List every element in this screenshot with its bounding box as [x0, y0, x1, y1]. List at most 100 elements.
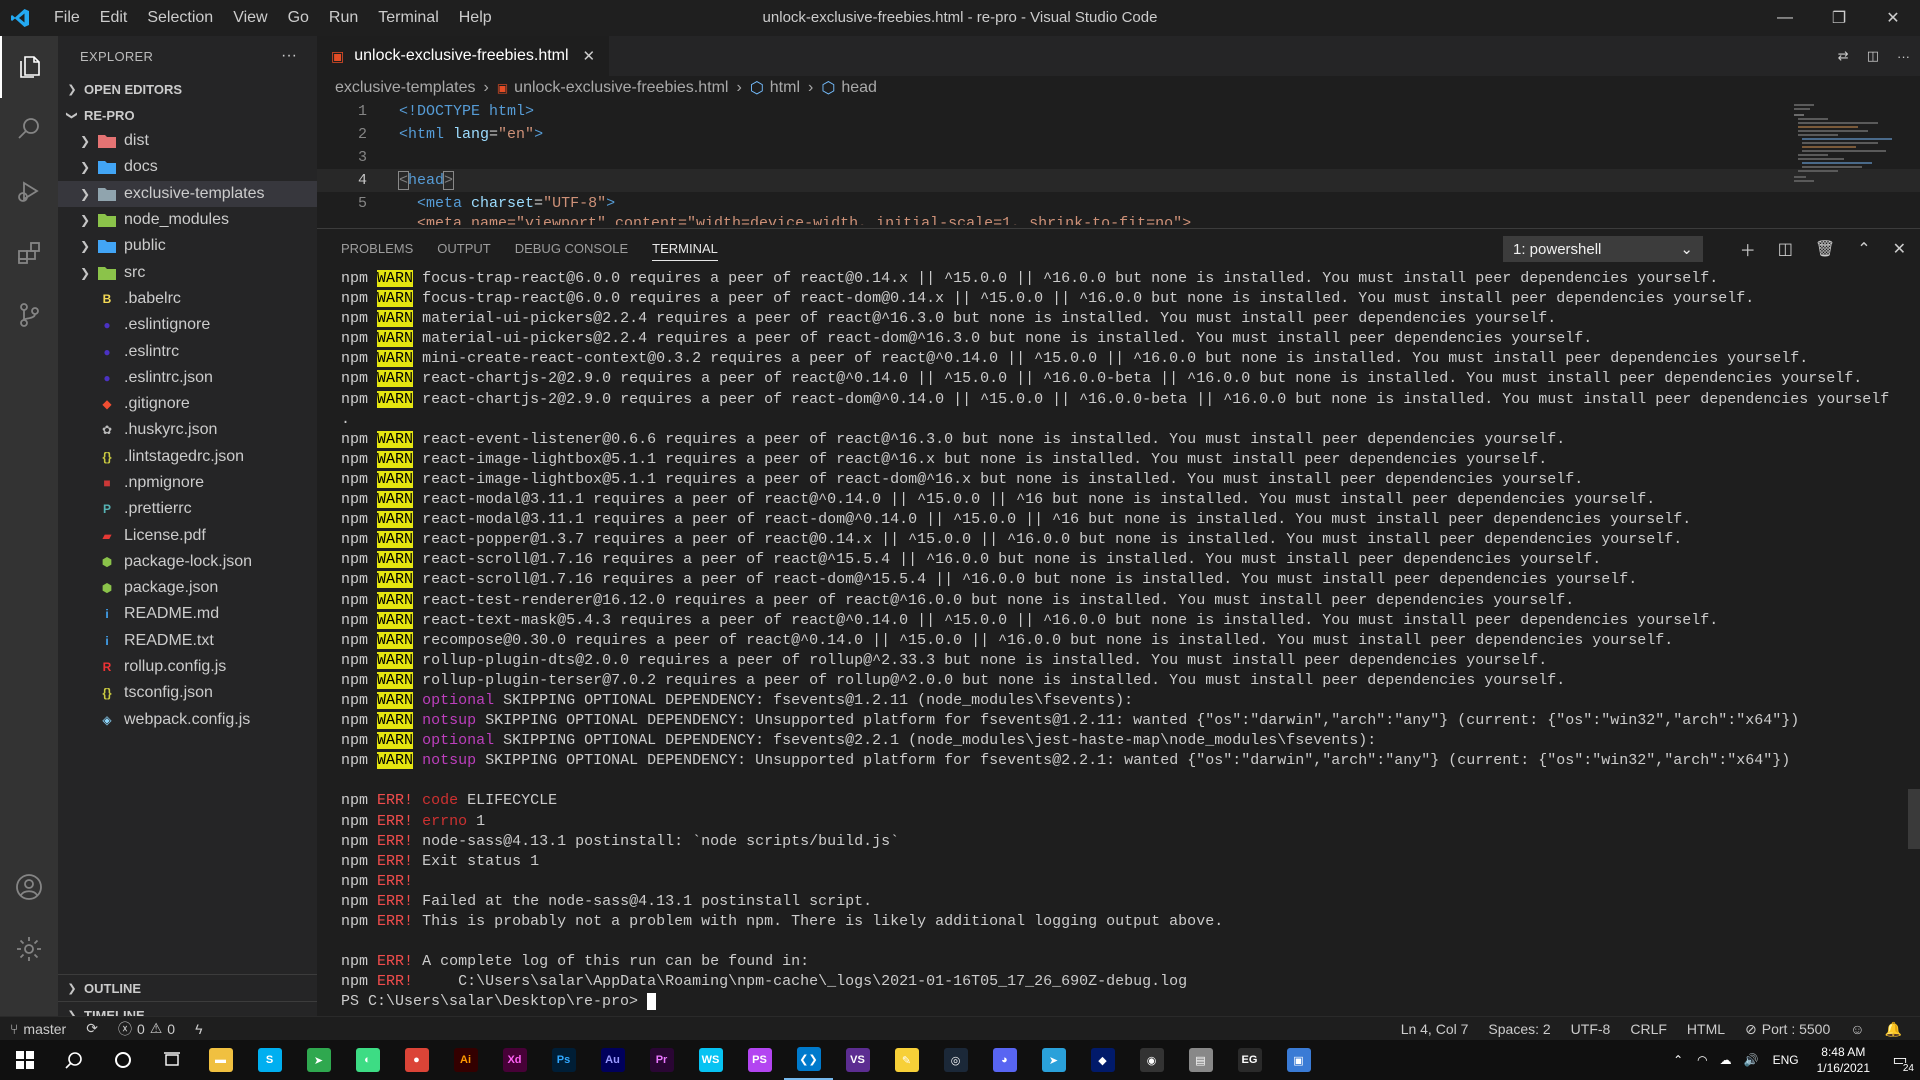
tab-unlock-exclusive-freebies[interactable]: ▣ unlock-exclusive-freebies.html ✕ [317, 36, 610, 76]
browser-icon[interactable]: ◉ [1127, 1040, 1176, 1080]
menu-file[interactable]: File [44, 0, 90, 36]
file-webpack.config.js[interactable]: ◈ webpack.config.js [58, 707, 317, 733]
file-package.json[interactable]: ⬢ package.json [58, 575, 317, 601]
file-.npmignore[interactable]: ■ .npmignore [58, 470, 317, 496]
phpstorm-icon[interactable]: PS [735, 1040, 784, 1080]
tab-problems[interactable]: PROBLEMS [341, 229, 413, 269]
eol[interactable]: CRLF [1620, 1021, 1677, 1037]
file-.prettierrc[interactable]: P .prettierrc [58, 496, 317, 522]
folder-app-icon[interactable]: ▤ [1176, 1040, 1225, 1080]
lightning-icon[interactable]: ϟ [185, 1021, 212, 1037]
maximize-panel-icon[interactable]: ⌃ [1857, 239, 1870, 259]
cursor-position[interactable]: Ln 4, Col 7 [1391, 1021, 1479, 1037]
input-language[interactable]: ENG [1773, 1053, 1799, 1067]
close-panel-icon[interactable]: ✕ [1893, 239, 1906, 259]
file-rollup.config.js[interactable]: Rrollup.config.js [58, 654, 317, 680]
menu-run[interactable]: Run [319, 0, 368, 36]
menu-selection[interactable]: Selection [137, 0, 223, 36]
xd-icon[interactable]: Xd [490, 1040, 539, 1080]
trash-icon[interactable]: 🗑 [1815, 239, 1835, 259]
settings-gear-icon[interactable] [0, 918, 58, 980]
file-.gitignore[interactable]: ◆ .gitignore [58, 391, 317, 417]
file-License.pdf[interactable]: ▰ License.pdf [58, 522, 317, 548]
indentation[interactable]: Spaces: 2 [1478, 1021, 1560, 1037]
split-terminal-icon[interactable]: ◫ [1778, 239, 1793, 259]
taskbar-search-icon[interactable] [49, 1040, 98, 1080]
language-mode[interactable]: HTML [1677, 1021, 1735, 1037]
more-actions-icon[interactable]: ··· [1897, 49, 1910, 64]
premiere-icon[interactable]: Pr [637, 1040, 686, 1080]
network-icon[interactable]: ◠ [1697, 1053, 1707, 1067]
explorer-icon[interactable] [0, 36, 58, 98]
problems-indicator[interactable]: ⓧ 0 ⚠ 0 [108, 1019, 185, 1039]
windows-start-icon[interactable] [0, 1040, 49, 1080]
breadcrumb-file[interactable]: unlock-exclusive-freebies.html [514, 79, 728, 97]
terminal-prompt-line[interactable]: PS C:\Users\salar\Desktop\re-pro> [341, 992, 1901, 1012]
file-.eslintrc[interactable]: ● .eslintrc [58, 338, 317, 364]
task-view-icon[interactable] [147, 1040, 196, 1080]
terminal-select[interactable]: 1: powershell ⌄ [1503, 236, 1703, 262]
folder-exclusive-templates[interactable]: ❯ exclusive-templates [58, 180, 317, 207]
more-actions-icon[interactable]: ··· [281, 47, 297, 65]
volume-icon[interactable]: 🔊 [1744, 1053, 1759, 1067]
illustrator-icon[interactable]: Ai [441, 1040, 490, 1080]
feedback-icon[interactable]: ☺ [1840, 1021, 1874, 1037]
menu-go[interactable]: Go [278, 0, 319, 36]
folder-src[interactable]: ❯ src [58, 259, 317, 285]
code-editor[interactable]: 1 <!DOCTYPE html> 2 <html lang="en"> 3 4… [317, 100, 1920, 228]
file-.huskyrc.json[interactable]: ✿ .huskyrc.json [58, 417, 317, 443]
notifications-bell-icon[interactable]: 🔔 [1875, 1021, 1912, 1038]
menu-terminal[interactable]: Terminal [368, 0, 448, 36]
encoding[interactable]: UTF-8 [1561, 1021, 1621, 1037]
file-tsconfig.json[interactable]: {} tsconfig.json [58, 680, 317, 706]
telegram-green-icon[interactable]: ➤ [294, 1040, 343, 1080]
discord-icon[interactable]: ◕ [980, 1040, 1029, 1080]
open-editors-section[interactable]: ❯ OPEN EDITORS [58, 76, 317, 102]
tab-output[interactable]: OUTPUT [437, 229, 490, 269]
file-.eslintignore[interactable]: ● .eslintignore [58, 312, 317, 338]
source-control-icon[interactable] [0, 284, 58, 346]
branch-indicator[interactable]: ⑂ master [0, 1021, 76, 1037]
folder-public[interactable]: ❯ public [58, 233, 317, 259]
run-debug-icon[interactable] [0, 160, 58, 222]
open-changes-icon[interactable]: ⇄ [1838, 48, 1849, 64]
android-studio-icon[interactable]: ◐ [343, 1040, 392, 1080]
sticky-notes-icon[interactable]: ✎ [882, 1040, 931, 1080]
vscode-icon[interactable]: ❮❯ [784, 1040, 833, 1080]
installer-icon[interactable]: ▣ [1274, 1040, 1323, 1080]
file-README.txt[interactable]: i README.txt [58, 628, 317, 654]
skype-icon[interactable]: S [245, 1040, 294, 1080]
new-terminal-icon[interactable]: ＋ [1740, 237, 1756, 261]
file-package-lock.json[interactable]: ⬢ package-lock.json [58, 549, 317, 575]
menu-edit[interactable]: Edit [90, 0, 138, 36]
telegram-icon[interactable]: ➤ [1029, 1040, 1078, 1080]
breadcrumb-folder[interactable]: exclusive-templates [335, 79, 476, 97]
steam-icon[interactable]: ◎ [931, 1040, 980, 1080]
sync-icon[interactable]: ⟳ [76, 1020, 108, 1037]
clock[interactable]: 8:48 AM 1/16/2021 [1817, 1044, 1870, 1076]
photoshop-icon[interactable]: Ps [539, 1040, 588, 1080]
tab-debug-console[interactable]: DEBUG CONSOLE [515, 229, 628, 269]
search-icon[interactable] [0, 98, 58, 160]
minimize-button[interactable]: — [1758, 0, 1812, 36]
breadcrumb-symbol[interactable]: html [770, 79, 800, 97]
tray-chevron-icon[interactable]: ⌃ [1673, 1053, 1683, 1067]
file-.lintstagedrc.json[interactable]: {} .lintstagedrc.json [58, 444, 317, 470]
file-.babelrc[interactable]: B .babelrc [58, 286, 317, 312]
file-explorer-icon[interactable]: ▬ [196, 1040, 245, 1080]
extensions-icon[interactable] [0, 222, 58, 284]
folder-node_modules[interactable]: ❯ node_modules [58, 207, 317, 233]
split-editor-icon[interactable]: ◫ [1867, 48, 1879, 64]
folder-docs[interactable]: ❯ docs [58, 154, 317, 180]
project-section[interactable]: ❯ RE-PRO [58, 102, 317, 128]
account-icon[interactable] [0, 856, 58, 918]
minimap[interactable] [1790, 100, 1906, 220]
outline-section[interactable]: ❯ OUTLINE [58, 974, 317, 1001]
breadcrumb-symbol[interactable]: head [841, 79, 877, 97]
terminal-output[interactable]: npm WARN focus-trap-react@6.0.0 requires… [341, 269, 1901, 1025]
close-window-button[interactable]: ✕ [1866, 0, 1920, 36]
webstorm-icon[interactable]: WS [686, 1040, 735, 1080]
menu-view[interactable]: View [223, 0, 277, 36]
restore-button[interactable]: ❐ [1812, 0, 1866, 36]
file-README.md[interactable]: i README.md [58, 601, 317, 627]
